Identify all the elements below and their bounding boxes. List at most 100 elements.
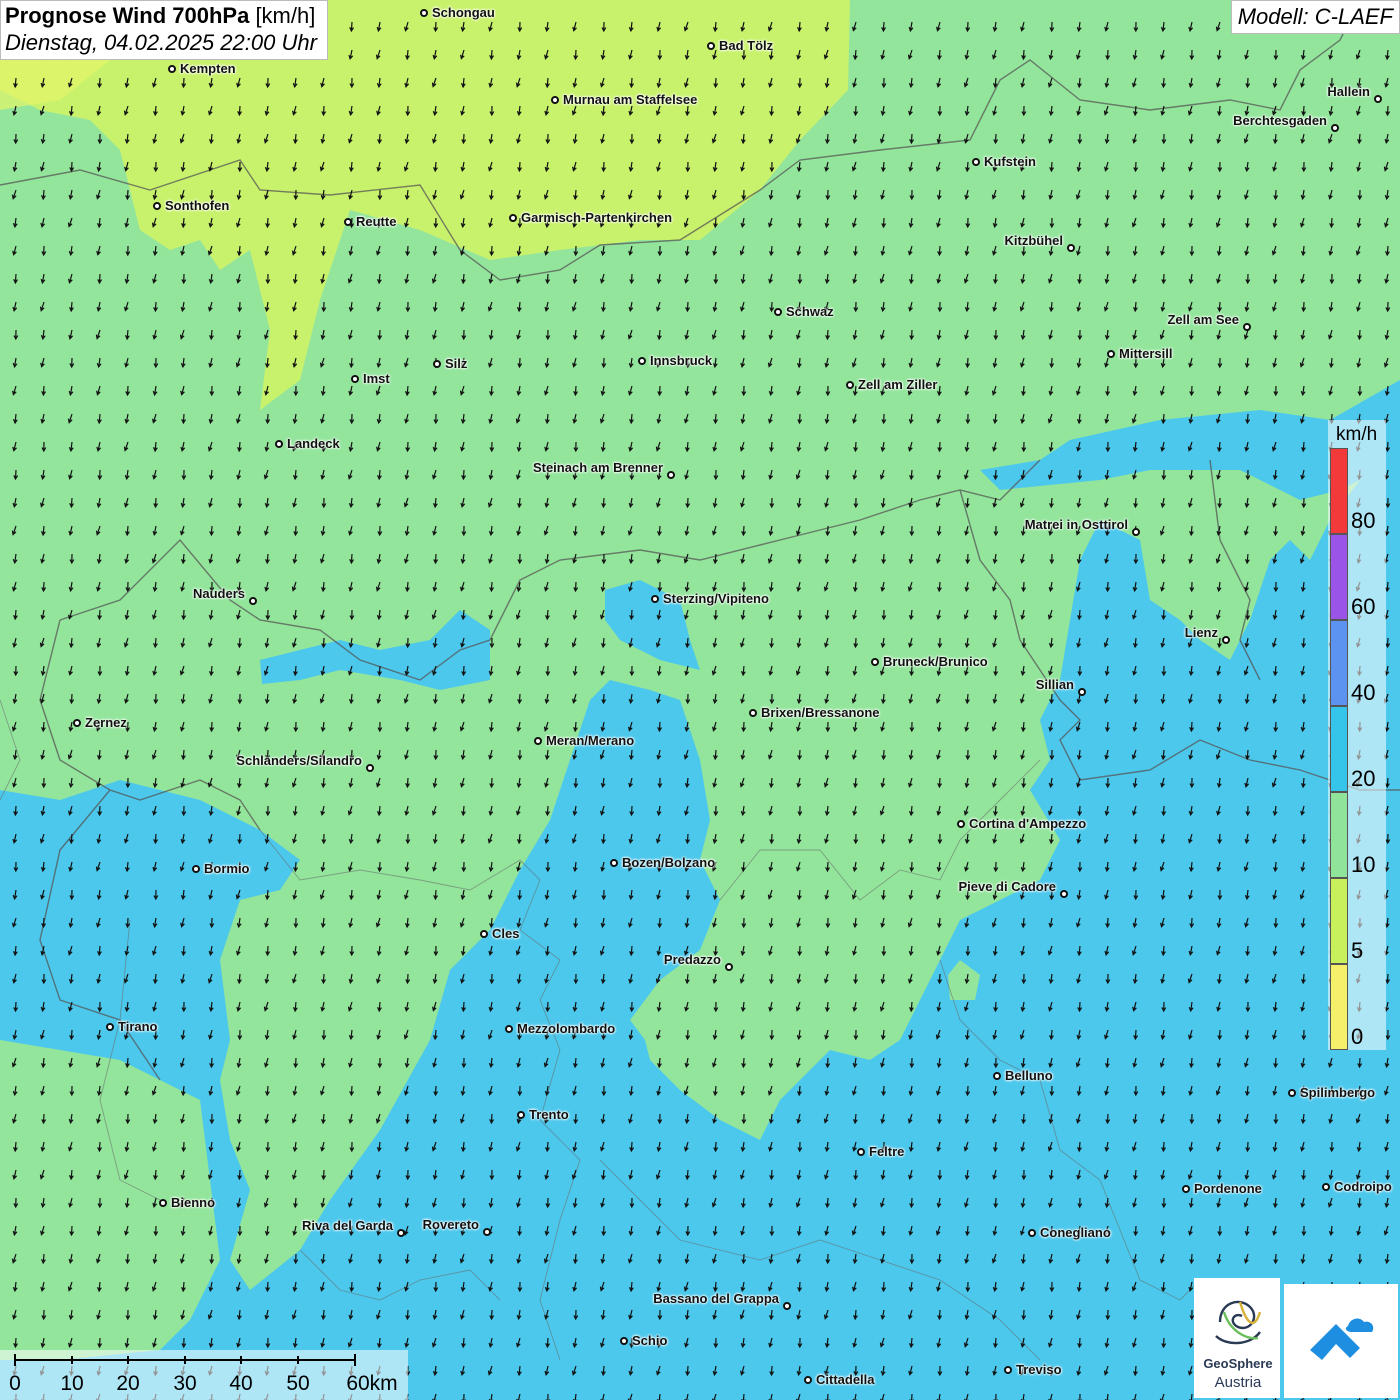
city-marker (1222, 636, 1230, 644)
city-marker (993, 1072, 1001, 1080)
scale-label-0: 0 (9, 1372, 21, 1395)
city-marker (1243, 323, 1251, 331)
city-label: Steinach am Brenner (532, 460, 663, 475)
city-label: Codroipo (1334, 1179, 1392, 1194)
city-marker (610, 859, 618, 867)
legend-swatch (1330, 534, 1348, 620)
city-marker (871, 658, 879, 666)
geosphere-name: GeoSphere (1203, 1356, 1273, 1371)
city-label: Schlanders/Silandro (236, 753, 362, 768)
city-label: Bassano del Grappa (653, 1291, 779, 1306)
city-label: Bad Tölz (719, 38, 774, 53)
city-label: Mittersill (1119, 346, 1173, 361)
city-marker (1060, 890, 1068, 898)
city-label: Schwaz (786, 304, 834, 319)
city-label: Sillian (1035, 677, 1074, 692)
city-label: Murnau am Staffelsee (563, 92, 698, 107)
city-marker (534, 737, 542, 745)
city-label: Lienz (1184, 625, 1218, 640)
city-marker (651, 595, 659, 603)
scale-label-40: 40 (229, 1372, 253, 1395)
city-label: Rovereto (422, 1217, 479, 1232)
city-label: Riva del Garda (301, 1218, 393, 1233)
city-marker (509, 214, 517, 222)
city-marker (1322, 1183, 1330, 1191)
city-marker (1132, 528, 1140, 536)
city-marker (433, 360, 441, 368)
city-label: Meran/Merano (546, 733, 635, 748)
city-marker (249, 597, 257, 605)
city-marker (168, 65, 176, 73)
city-label: Zell am Ziller (858, 377, 938, 392)
legend-swatch (1330, 706, 1348, 792)
city-marker (725, 963, 733, 971)
city-label: Trento (529, 1107, 569, 1122)
city-label: Kufstein (984, 154, 1036, 169)
city-marker (420, 9, 428, 17)
city-marker (351, 375, 359, 383)
city-marker (857, 1148, 865, 1156)
city-marker (707, 42, 715, 50)
city-label: Cortina d'Ampezzo (969, 816, 1087, 831)
city-marker (483, 1228, 491, 1236)
legend-tick-label: 5 (1351, 938, 1364, 963)
city-marker (774, 308, 782, 316)
city-label: Mezzolombardo (517, 1021, 616, 1036)
city-marker (159, 1199, 167, 1207)
geosphere-subname: Austria (1214, 1374, 1262, 1391)
title-box: Prognose Wind 700hPa [km/h] Dienstag, 04… (0, 0, 328, 60)
city-marker (846, 381, 854, 389)
city-marker (667, 471, 675, 479)
legend-tick-label: 10 (1351, 852, 1376, 877)
city-marker (192, 865, 200, 873)
city-label: Feltre (869, 1144, 905, 1159)
city-marker (1067, 244, 1075, 252)
geosphere-swirl-icon (1215, 1300, 1262, 1345)
city-label: Innsbruck (650, 353, 713, 368)
city-label: Zell am See (1167, 312, 1239, 327)
city-label: Zernez (85, 715, 127, 730)
city-marker (957, 820, 965, 828)
legend-unit: km/h (1336, 424, 1378, 445)
forecast-datetime: Dienstag, 04.02.2025 22:00 Uhr (5, 30, 317, 55)
city-label: Cittadella (816, 1372, 875, 1387)
city-marker (1288, 1089, 1296, 1097)
scale-label-20: 20 (116, 1372, 140, 1395)
city-marker (1374, 95, 1382, 103)
city-label: Tirano (118, 1019, 158, 1034)
scale-label-30: 30 (173, 1372, 197, 1395)
scale-label-50: 50 (286, 1372, 310, 1395)
mountain-cloud-icon (1310, 1318, 1374, 1360)
legend-swatch (1330, 792, 1348, 878)
legend-swatch (1330, 964, 1348, 1050)
city-marker (517, 1111, 525, 1119)
legend-tick-label: 60 (1351, 594, 1376, 619)
city-label: Sonthofen (165, 198, 230, 213)
city-marker (73, 719, 81, 727)
legend-tick-label: 20 (1351, 766, 1376, 791)
city-label: Hallein (1327, 84, 1370, 99)
city-label: Belluno (1005, 1068, 1053, 1083)
city-marker (153, 202, 161, 210)
city-marker (275, 440, 283, 448)
city-marker (344, 218, 352, 226)
title-unit: [km/h] (255, 3, 316, 28)
legend-swatch (1330, 878, 1348, 964)
city-marker (972, 158, 980, 166)
city-marker (804, 1376, 812, 1384)
city-label: Spilimbergo (1300, 1085, 1376, 1100)
city-label: Bozen/Bolzano (622, 855, 716, 870)
city-label: Schio (632, 1333, 668, 1348)
legend-tick-label: 80 (1351, 508, 1376, 533)
city-marker (366, 764, 374, 772)
city-label: Imst (363, 371, 390, 386)
legend-tick-label: 40 (1351, 680, 1376, 705)
city-label: Predazzo (663, 952, 721, 967)
title-main: Prognose Wind 700hPa (5, 3, 250, 28)
city-marker (505, 1025, 513, 1033)
scale-label-60km: 60km (346, 1372, 398, 1395)
city-marker (397, 1229, 405, 1237)
city-marker (783, 1302, 791, 1310)
city-label: Matrei in Osttirol (1024, 517, 1128, 532)
city-label: Pordenone (1194, 1181, 1262, 1196)
